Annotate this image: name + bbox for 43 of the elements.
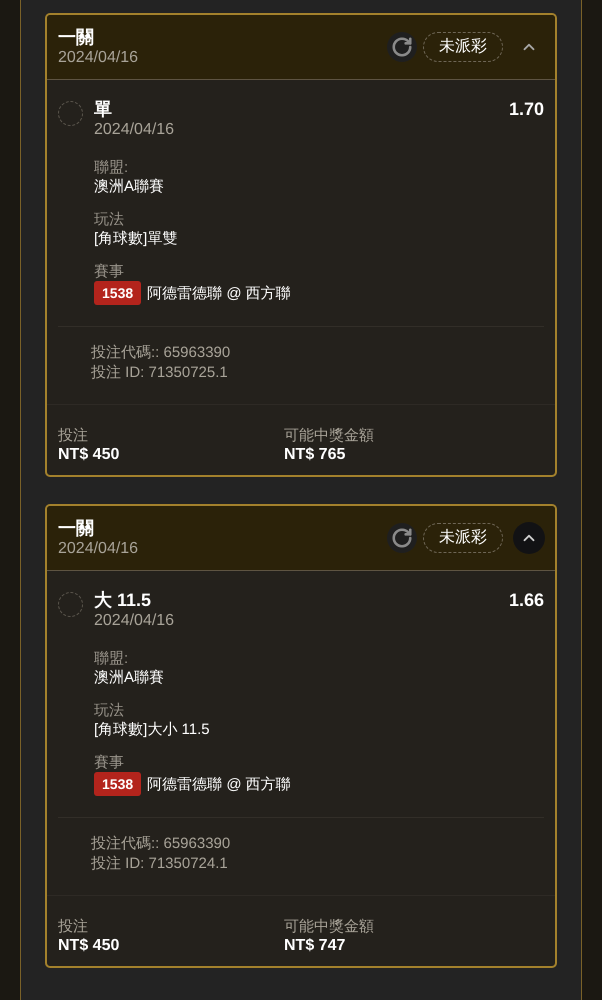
field-value: 澳洲A聯賽 (94, 177, 166, 196)
bet-code: 投注代碼:: 65963390 (91, 343, 232, 363)
field-label: 玩法 (94, 210, 125, 229)
odds-value: 1.70 (508, 98, 544, 120)
payout-label: 可能中獎金額 (284, 918, 374, 936)
selection-date: 2024/04/16 (94, 611, 176, 631)
selection-name: 大 11.5 (94, 589, 152, 611)
bet-id: 投注 ID: 71350725.1 (91, 363, 229, 383)
selection-date: 2024/04/16 (94, 120, 176, 140)
odds-value: 1.66 (508, 589, 544, 611)
status-pill: 未派彩 (423, 32, 503, 62)
status-pill: 未派彩 (423, 523, 503, 553)
payout-amount: NT$ 765 (284, 445, 346, 464)
field-label: 聯盟: (94, 649, 130, 668)
field-value: [角球數]單雙 (94, 229, 178, 248)
stake-label: 投注 (58, 427, 89, 445)
stake-label: 投注 (58, 918, 89, 936)
match-teams: 阿德雷德聯 @ 西方聯 (147, 284, 291, 302)
ticket-title: 一關 (58, 517, 95, 539)
stake-amount: NT$ 450 (58, 936, 120, 955)
bet-code: 投注代碼:: 65963390 (91, 834, 232, 854)
bet-id: 投注 ID: 71350724.1 (91, 854, 229, 874)
match-number: 1538 (94, 281, 142, 305)
field-label: 玩法 (94, 701, 125, 720)
selection-name: 單 (94, 98, 113, 120)
ticket-date: 2024/04/16 (58, 539, 138, 559)
field-label: 聯盟: (94, 158, 130, 177)
match-teams: 阿德雷德聯 @ 西方聯 (147, 774, 291, 794)
payout-label: 可能中獎金額 (284, 427, 374, 445)
field-value: 澳洲A聯賽 (94, 668, 166, 687)
refresh-button[interactable] (387, 32, 417, 62)
stake-amount: NT$ 450 (58, 445, 120, 464)
refresh-icon (391, 527, 413, 549)
field-label: 賽事 (94, 753, 125, 772)
ticket-date: 2024/04/16 (58, 48, 138, 68)
refresh-button[interactable] (387, 523, 417, 553)
match-number: 1538 (94, 772, 142, 796)
refresh-icon (391, 36, 413, 58)
payout-amount: NT$ 747 (284, 936, 346, 955)
ticket-title: 一關 (58, 26, 95, 48)
field-label: 賽事 (94, 262, 125, 281)
field-value: [角球數]大小 11.5 (94, 720, 211, 739)
collapse-button[interactable] (513, 522, 545, 554)
